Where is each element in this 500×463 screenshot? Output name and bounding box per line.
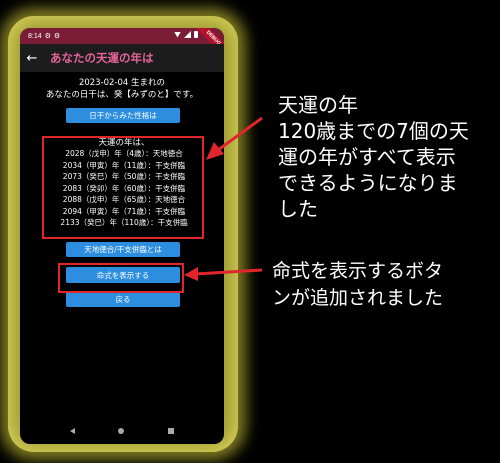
annotation-line: 120歳までの7個の天 [278,119,469,143]
annotation-line: した [278,197,318,221]
annotation-line: 命式を表示するボタ [272,260,444,282]
annotation-arrows [184,116,263,281]
annotation-line: 運の年がすべて表示 [278,145,456,169]
annotation-luck-years: 天運の年 120歳までの7個の天 運の年がすべて表示 できるようになりま した [278,92,498,222]
arrow-head-1 [206,142,224,160]
annotation-meishiki-button: 命式を表示するボタ ンが追加されました [272,258,498,312]
annotation-line: 天運の年 [278,93,358,117]
annotation-line: ンが追加されました [272,287,444,309]
arrow-line-1 [217,116,263,152]
annotation-line: できるようになりま [278,171,458,195]
arrow-head-2 [184,267,198,281]
arrow-line-2 [195,268,263,276]
